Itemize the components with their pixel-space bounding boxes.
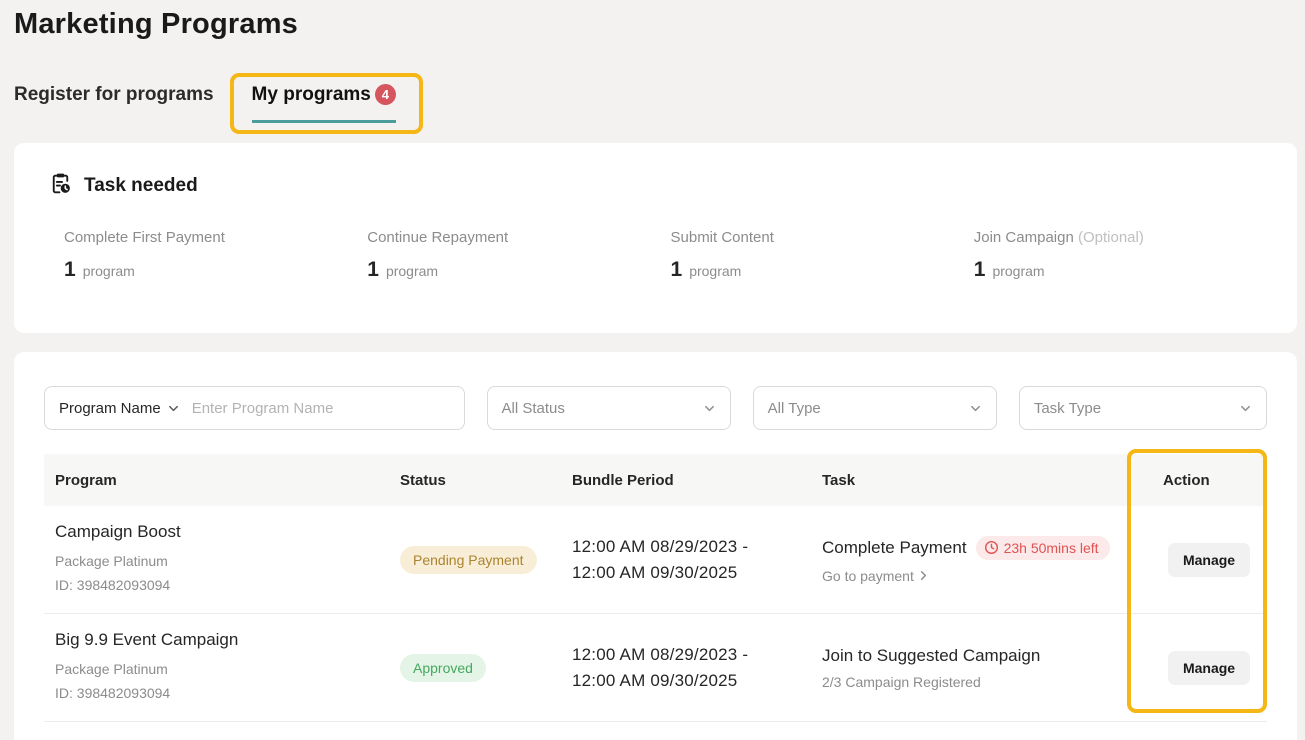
stat-unit: program [689, 263, 741, 279]
stat-unit: program [83, 263, 135, 279]
task-type-filter-select[interactable]: Task Type [1019, 386, 1267, 430]
task-stats: Complete First Payment 1 program Continu… [14, 201, 1297, 282]
program-name: Big 9.9 Event Campaign [55, 630, 389, 650]
filter-bar: Program Name All Status All Type Task Ty… [14, 352, 1297, 430]
time-left-badge: 23h 50mins left [976, 536, 1110, 560]
time-left-label: 23h 50mins left [1004, 540, 1099, 556]
column-header-bundle-period: Bundle Period [561, 472, 811, 489]
task-needed-card: Task needed Complete First Payment 1 pro… [14, 143, 1297, 333]
chevron-right-icon [917, 569, 930, 582]
program-id: ID: 398482093094 [55, 573, 389, 598]
type-filter-select[interactable]: All Type [753, 386, 997, 430]
stat-complete-first-payment: Complete First Payment 1 program [64, 229, 367, 282]
stat-label: Submit Content [671, 229, 974, 246]
table-row: Big 9.9 Event Campaign Package Platinum … [44, 614, 1267, 722]
go-to-payment-link[interactable]: Go to payment [822, 568, 1141, 584]
chevron-down-icon [969, 402, 982, 415]
chevron-down-icon [703, 402, 716, 415]
manage-button[interactable]: Manage [1168, 651, 1250, 685]
status-filter-select[interactable]: All Status [487, 386, 731, 430]
tab-bar: Register for programs My programs 4 [14, 84, 396, 123]
stat-unit: program [992, 263, 1044, 279]
program-id: ID: 398482093094 [55, 681, 389, 706]
tab-my-programs[interactable]: My programs 4 [252, 84, 396, 123]
task-needed-title: Task needed [84, 175, 198, 197]
task-title: Join to Suggested Campaign [822, 646, 1040, 666]
program-name: Campaign Boost [55, 522, 389, 542]
tab-label: My programs [252, 84, 371, 106]
stat-count: 1 [367, 258, 379, 282]
chevron-down-icon [167, 402, 180, 415]
programs-card: Program Name All Status All Type Task Ty… [14, 352, 1297, 740]
column-header-action: Action [1141, 472, 1266, 489]
bundle-period-line1: 12:00 AM 08/29/2023 - [572, 534, 811, 560]
bundle-period-line1: 12:00 AM 08/29/2023 - [572, 642, 811, 668]
chevron-down-icon [1239, 402, 1252, 415]
status-filter-value: All Status [502, 400, 565, 417]
optional-label: (Optional) [1078, 229, 1144, 246]
stat-submit-content: Submit Content 1 program [671, 229, 974, 282]
program-name-filter[interactable]: Program Name [44, 386, 465, 430]
task-title: Complete Payment [822, 538, 967, 558]
stat-join-campaign: Join Campaign (Optional) 1 program [974, 229, 1277, 282]
table-header-row: Program Status Bundle Period Task Action [44, 454, 1267, 506]
name-filter-selector[interactable]: Program Name [59, 400, 180, 417]
table-row: Campaign Boost Package Platinum ID: 3984… [44, 506, 1267, 614]
stat-count: 1 [671, 258, 683, 282]
column-header-task: Task [811, 472, 1141, 489]
stat-continue-repayment: Continue Repayment 1 program [367, 229, 670, 282]
name-filter-selector-label: Program Name [59, 400, 161, 417]
manage-button[interactable]: Manage [1168, 543, 1250, 577]
tab-register-for-programs[interactable]: Register for programs [14, 84, 214, 120]
task-type-filter-value: Task Type [1034, 400, 1101, 417]
program-package: Package Platinum [55, 549, 389, 574]
clock-icon [984, 540, 999, 555]
status-badge: Pending Payment [400, 546, 537, 574]
bundle-period-line2: 12:00 AM 09/30/2025 [572, 668, 811, 694]
stat-unit: program [386, 263, 438, 279]
page-title: Marketing Programs [14, 8, 298, 41]
column-header-program: Program [44, 472, 389, 489]
program-package: Package Platinum [55, 657, 389, 682]
stat-label: Join Campaign (Optional) [974, 229, 1277, 246]
status-badge: Approved [400, 654, 486, 682]
marketing-programs-page: Marketing Programs Register for programs… [0, 0, 1305, 740]
programs-table: Program Status Bundle Period Task Action… [44, 454, 1267, 722]
notification-badge: 4 [375, 84, 396, 105]
stat-label: Complete First Payment [64, 229, 367, 246]
campaign-registered-progress: 2/3 Campaign Registered [822, 674, 1141, 690]
column-header-status: Status [389, 472, 561, 489]
program-name-input[interactable] [192, 400, 450, 417]
bundle-period-line2: 12:00 AM 09/30/2025 [572, 560, 811, 586]
type-filter-value: All Type [768, 400, 821, 417]
stat-label: Continue Repayment [367, 229, 670, 246]
tab-label: Register for programs [14, 84, 214, 106]
clipboard-clock-icon [48, 171, 73, 201]
stat-count: 1 [64, 258, 76, 282]
stat-count: 1 [974, 258, 986, 282]
go-to-payment-label: Go to payment [822, 568, 914, 584]
